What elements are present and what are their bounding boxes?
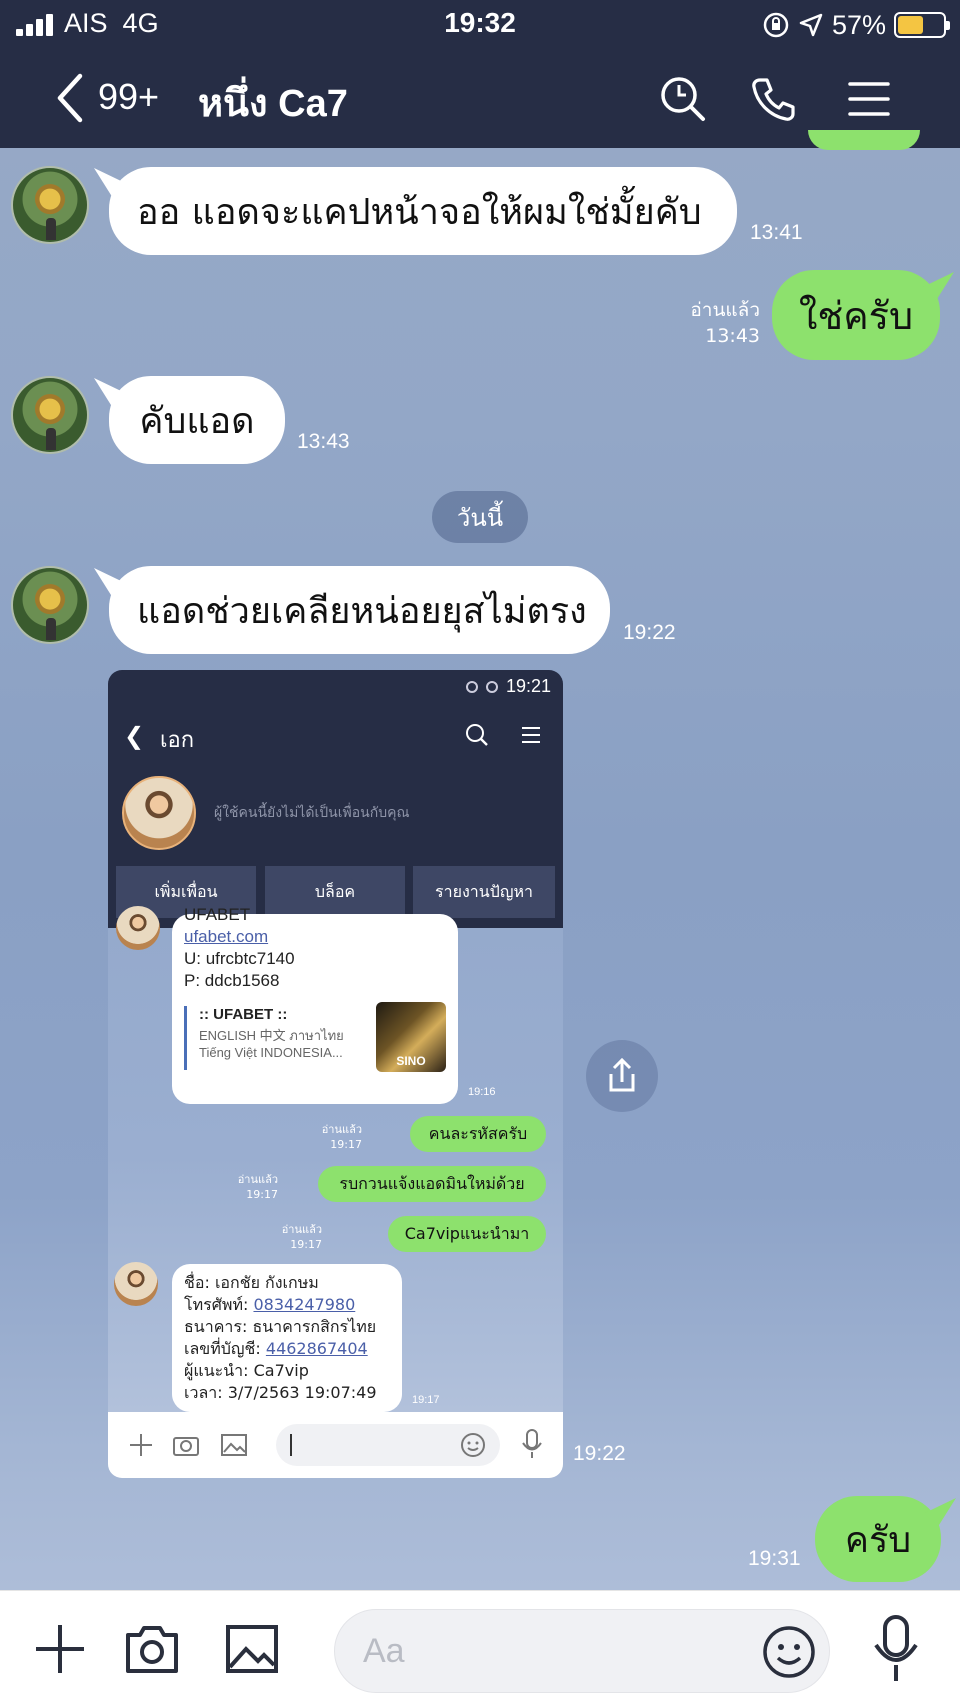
message-time: 19:31 [748,1547,801,1570]
read-label: อ่านแล้ว [281,1223,322,1236]
screenshot-status: 19:21 [465,676,551,697]
link-card: UFABET ufabet.com U: ufrcbtc7140 P: ddcb… [172,905,458,1104]
card-line: ผู้แนะนำ: Ca7vip [184,1361,309,1380]
screenshot-read: อ่านแล้ว 19:17 [308,1122,362,1152]
input-placeholder: Aa [363,1632,405,1670]
read-label: อ่านแล้ว [237,1173,278,1186]
screenshot-avatar [122,776,196,850]
message-bubble[interactable]: แอดช่วยเคลียหน่อยยุสไม่ตรง [109,566,610,654]
back-chevron-icon[interactable] [52,72,92,124]
card-line: UFABET [184,905,251,924]
status-bar: AIS 4G 19:32 57% [0,0,960,50]
screenshot-contact-avatar [116,906,160,950]
plus-icon[interactable] [30,1619,90,1679]
contact-avatar[interactable] [11,566,89,644]
phone-link: 0834247980 [253,1295,356,1314]
message-bubble[interactable]: คับแอด [109,376,285,464]
menu-icon[interactable] [844,74,894,124]
screenshot-title: เอก [160,728,195,753]
message-text: ออ แอดจะแคปหน้าจอให้ผมใช่มั้ยคับ [137,191,702,233]
screenshot-read: อ่านแล้ว 19:17 [268,1222,322,1252]
camera-icon[interactable] [122,1619,182,1679]
phone-icon[interactable] [748,74,798,124]
read-time: 19:17 [290,1238,322,1251]
message-text: ใช่ครับ [798,293,914,338]
emoji-icon[interactable] [761,1624,817,1680]
clipped-bubble [808,130,920,150]
account-link: 4462867404 [265,1339,368,1358]
read-receipt: อ่านแล้ว 13:43 [660,297,760,349]
message-time: 19:22 [623,621,676,644]
screenshot-text-field [276,1424,500,1466]
read-time: 19:17 [330,1138,362,1151]
chat-title: หนึ่ง Ca7 [198,83,348,125]
screenshot-input-bar [108,1412,563,1478]
top-bar: AIS 4G 19:32 57% 99+ หนึ่ง Ca7 [0,0,960,148]
card-link: ufabet.com [184,927,269,946]
message-bubble[interactable]: ออ แอดจะแคปหน้าจอให้ผมใช่มั้ยคับ [109,167,737,255]
screenshot-green-bubble: Ca7vipแนะนำมา [388,1216,546,1252]
screenshot-read: อ่านแล้ว 19:17 [224,1172,278,1202]
screenshot-msg-time: 19:17 [412,1394,440,1406]
card-label: โทรศัพท์: [184,1295,254,1314]
image-icon[interactable] [222,1619,282,1679]
screenshot-time: 19:21 [505,676,551,696]
screenshot-note: ผู้ใช้คนนี้ยังไม่ได้เป็นเพื่อนกับคุณ [214,805,410,821]
date-divider: วันนี้ [432,491,528,543]
message-time: 13:43 [705,325,760,347]
contact-avatar[interactable] [11,376,89,454]
unread-count[interactable]: 99+ [98,76,159,118]
screenshot-contact-avatar [114,1262,158,1306]
screenshot-back-icon: ❮ [124,722,145,750]
message-text: ครับ [844,1519,912,1561]
input-bar: Aa [0,1590,960,1707]
battery-icon [894,12,950,38]
screenshot-search-icon [466,724,488,746]
read-time: 19:17 [246,1188,278,1201]
card-line: ชื่อ: เอกชัย กังเกษม [184,1273,319,1292]
orientation-lock-icon [763,12,789,38]
message-text: คับแอด [139,400,255,442]
message-input[interactable]: Aa [334,1609,830,1693]
share-button[interactable] [586,1040,658,1112]
location-icon [799,13,823,37]
screenshot-image-icon [221,1434,247,1456]
share-icon [609,1057,635,1092]
screenshot-plus-icon [130,1434,152,1456]
screenshot-emoji-icon [461,1433,485,1457]
screenshot-msg-time: 19:16 [468,1086,496,1098]
message-time: 13:43 [297,430,350,453]
preview-thumbnail: SINO [376,1002,446,1072]
message-bubble[interactable]: ครับ [815,1496,941,1582]
message-time: 13:41 [750,221,803,244]
screenshot-camera-icon [173,1437,199,1456]
card-line: ธนาคาร: ธนาคารกสิกรไทย [184,1317,377,1336]
battery-percent: 57% [831,9,886,40]
contact-avatar[interactable] [11,166,89,244]
screenshot-menu-icon [522,727,540,743]
message-bubble[interactable]: ใช่ครับ [772,270,940,360]
read-label: อ่านแล้ว [321,1123,362,1136]
search-icon[interactable] [658,74,708,124]
screenshot-mic-icon [522,1429,542,1458]
image-message[interactable]: 19:21 ❮ เอก ผู้ใช้คนนี้ยังไม่ได้เป็นเพื่… [108,670,563,1478]
status-right: 57% [762,8,950,42]
screenshot-header: 19:21 ❮ เอก ผู้ใช้คนนี้ยังไม่ได้เป็นเพื่… [108,670,563,928]
read-label: อ่านแล้ว [690,299,760,321]
mic-icon[interactable] [866,1613,926,1685]
message-text: แอดช่วยเคลียหน่อยยุสไม่ตรง [137,590,587,632]
card-line: เวลา: 3/7/2563 19:07:49 [184,1383,377,1402]
screenshot-green-bubble: คนละรหัสครับ [410,1116,546,1152]
card-line: U: ufrcbtc7140 [184,949,295,968]
card-line: P: ddcb1568 [184,971,280,990]
message-time: 19:22 [573,1442,626,1465]
info-card: ชื่อ: เอกชัย กังเกษม โทรศัพท์: 083424798… [172,1264,402,1412]
card-label: เลขที่บัญชี: [184,1339,266,1358]
screenshot-green-bubble: รบกวนแจ้งแอดมินใหม่ด้วย [318,1166,546,1202]
